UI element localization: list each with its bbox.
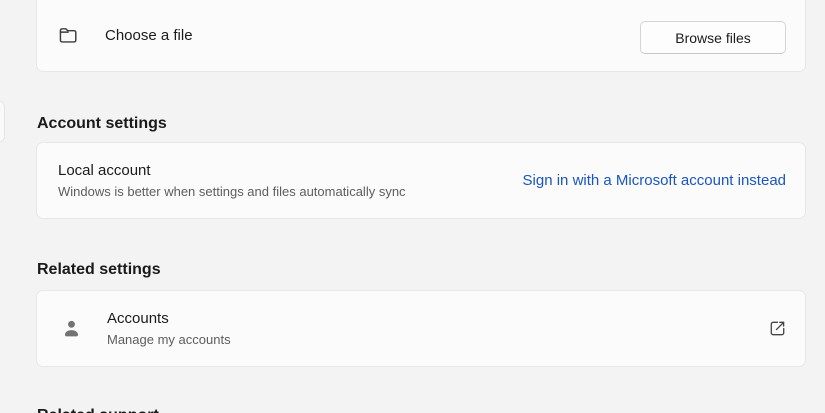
local-account-subtitle: Windows is better when settings and file… bbox=[58, 183, 406, 200]
related-settings-heading: Related settings bbox=[37, 259, 161, 280]
accounts-subtitle: Manage my accounts bbox=[107, 331, 231, 348]
browse-files-button[interactable]: Browse files bbox=[640, 21, 786, 54]
account-settings-heading: Account settings bbox=[37, 113, 167, 134]
settings-page: Choose a file Browse files Account setti… bbox=[0, 0, 825, 413]
person-icon bbox=[60, 291, 84, 366]
accounts-title: Accounts bbox=[107, 309, 231, 329]
choose-file-label: Choose a file bbox=[105, 27, 193, 44]
related-support-heading: Related support bbox=[37, 405, 159, 413]
choose-file-card: Choose a file Browse files bbox=[36, 0, 806, 72]
folder-icon bbox=[57, 24, 79, 46]
local-account-text: Local account Windows is better when set… bbox=[58, 143, 406, 218]
local-account-title: Local account bbox=[58, 161, 406, 181]
accounts-text: Accounts Manage my accounts bbox=[107, 291, 231, 366]
left-edge-pill bbox=[0, 100, 5, 143]
local-account-card: Local account Windows is better when set… bbox=[36, 142, 806, 219]
sign-in-microsoft-link[interactable]: Sign in with a Microsoft account instead bbox=[523, 143, 786, 218]
accounts-row[interactable]: Accounts Manage my accounts bbox=[36, 290, 806, 367]
external-link-icon bbox=[767, 291, 788, 366]
